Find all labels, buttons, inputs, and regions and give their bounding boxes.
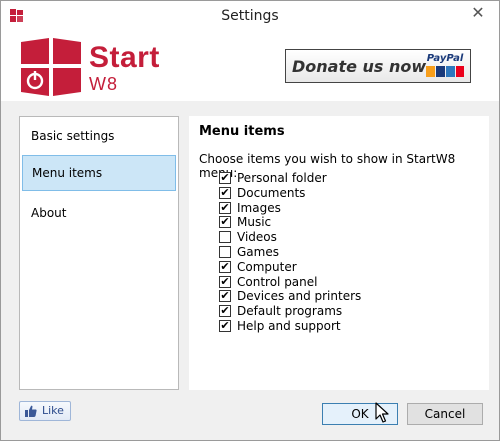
close-button[interactable]: ✕ bbox=[465, 2, 491, 24]
checkbox-checked[interactable]: ✔ bbox=[219, 260, 231, 273]
checkbox-checked[interactable]: ✔ bbox=[219, 216, 231, 229]
checkbox-checked[interactable]: ✔ bbox=[219, 275, 231, 288]
checkbox-checked[interactable]: ✔ bbox=[219, 186, 231, 199]
settings-content-panel: Menu items Choose items you wish to show… bbox=[189, 116, 489, 390]
checkbox-label: Images bbox=[237, 200, 281, 215]
checkbox-label: Music bbox=[237, 215, 272, 230]
logo-text-main: Start bbox=[89, 41, 160, 74]
sidebar-item-label: Basic settings bbox=[31, 129, 115, 143]
donate-button[interactable]: Donate us now PayPal bbox=[285, 49, 471, 83]
checkbox-checked[interactable]: ✔ bbox=[219, 201, 231, 214]
checkbox-checked[interactable]: ✔ bbox=[219, 172, 231, 184]
like-label: Like bbox=[42, 404, 64, 417]
settings-window: Settings ✕ Start W8 Donate us now PayPal bbox=[0, 0, 500, 441]
sidebar-item-label: Menu items bbox=[32, 166, 103, 180]
page-title: Menu items bbox=[199, 124, 285, 139]
facebook-like-button[interactable]: Like bbox=[19, 401, 71, 421]
thumbs-up-icon bbox=[25, 405, 37, 417]
checkbox-label: Computer bbox=[237, 259, 297, 274]
donate-label: Donate us now bbox=[292, 57, 427, 76]
sidebar-item-basic-settings[interactable]: Basic settings bbox=[22, 118, 176, 154]
paypal-label: PayPal bbox=[426, 53, 464, 64]
startw8-logo-icon bbox=[21, 38, 81, 96]
checkbox-label: Videos bbox=[237, 230, 277, 245]
paypal-logo: PayPal bbox=[424, 53, 466, 79]
checkbox-label: Devices and printers bbox=[237, 289, 362, 304]
cancel-label: Cancel bbox=[424, 407, 466, 421]
logo-text: Start W8 bbox=[89, 41, 160, 94]
checkbox-label: Games bbox=[237, 244, 279, 259]
window-title: Settings bbox=[221, 8, 279, 24]
settings-sidebar: Basic settings Menu items About bbox=[19, 116, 179, 390]
mouse-pointer-icon bbox=[375, 402, 389, 423]
checkbox-checked[interactable]: ✔ bbox=[219, 319, 231, 332]
checkbox-label: Default programs bbox=[237, 304, 343, 319]
cancel-button[interactable]: Cancel bbox=[407, 403, 483, 425]
sidebar-item-label: About bbox=[31, 206, 67, 220]
checkbox-label: Help and support bbox=[237, 318, 341, 333]
checkbox-checked[interactable]: ✔ bbox=[219, 305, 231, 318]
checkbox-unchecked[interactable] bbox=[219, 231, 231, 244]
title-bar: Settings ✕ bbox=[1, 1, 499, 31]
close-icon: ✕ bbox=[471, 3, 485, 22]
checkbox-unchecked[interactable] bbox=[219, 245, 231, 258]
logo-text-sub: W8 bbox=[89, 74, 118, 94]
header-banner: Start W8 Donate us now PayPal bbox=[1, 31, 499, 101]
checkbox-label: Personal folder bbox=[237, 171, 327, 185]
ok-label: OK bbox=[351, 407, 369, 421]
credit-cards-icon bbox=[426, 66, 464, 77]
sidebar-item-about[interactable]: About bbox=[22, 195, 176, 231]
checkbox-label: Documents bbox=[237, 185, 306, 200]
checkbox-checked[interactable]: ✔ bbox=[219, 290, 231, 303]
checkbox-label: Control panel bbox=[237, 274, 318, 289]
sidebar-item-menu-items[interactable]: Menu items bbox=[22, 155, 176, 191]
